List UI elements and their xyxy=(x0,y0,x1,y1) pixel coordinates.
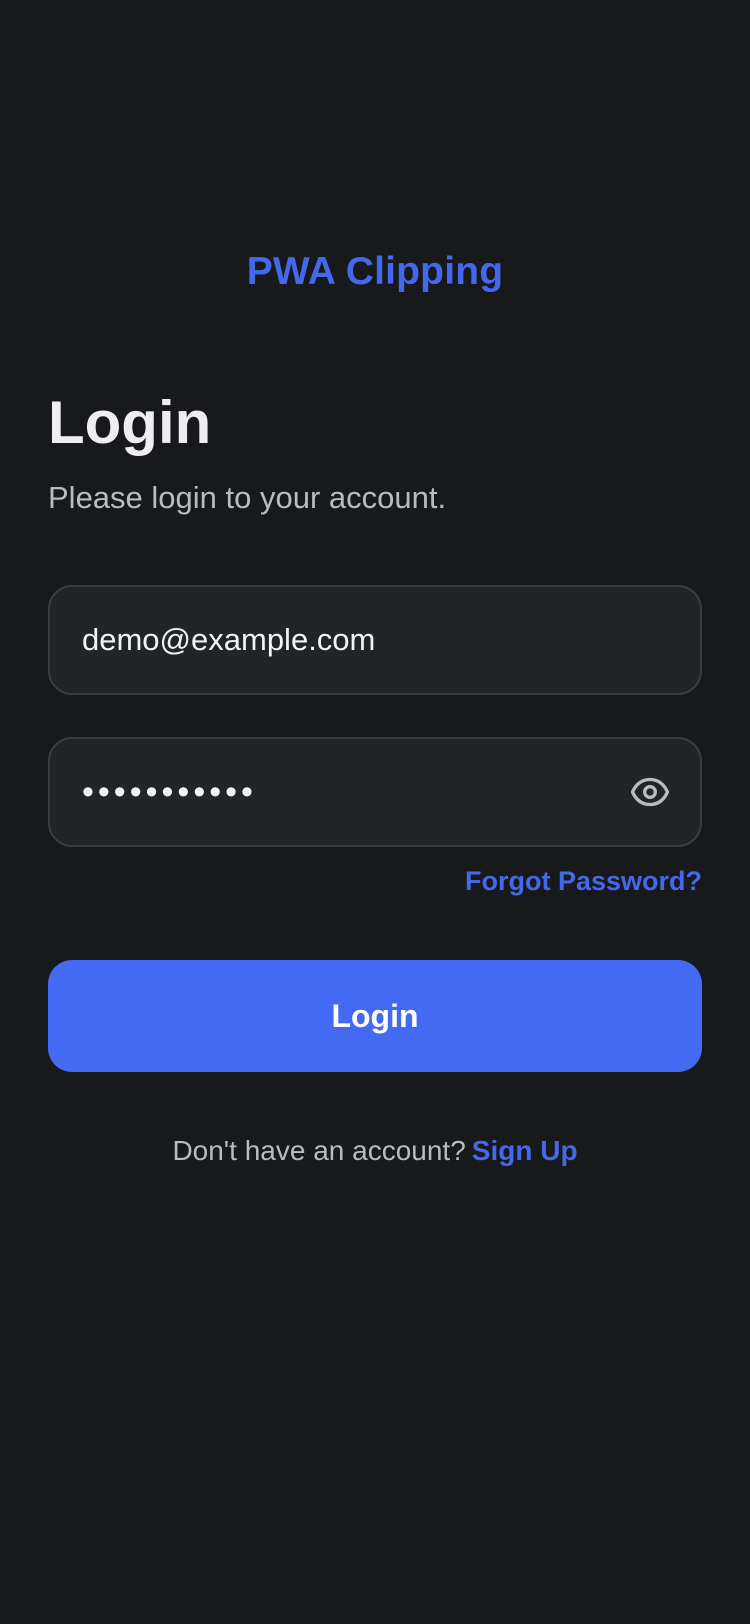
signup-link[interactable]: Sign Up xyxy=(472,1135,578,1166)
signup-prompt: Don't have an account? xyxy=(172,1135,466,1166)
eye-icon[interactable] xyxy=(628,770,672,814)
forgot-password-link[interactable]: Forgot Password? xyxy=(465,866,702,897)
login-screen: PWA Clipping Login Please login to your … xyxy=(0,0,750,1624)
password-input[interactable] xyxy=(82,772,628,812)
app-brand: PWA Clipping xyxy=(246,250,504,293)
signup-row: Don't have an account? Sign Up xyxy=(0,1135,750,1167)
email-input[interactable] xyxy=(82,622,668,658)
password-field-container[interactable] xyxy=(48,737,702,847)
page-subtitle: Please login to your account. xyxy=(48,480,447,515)
page-title: Login xyxy=(48,389,212,456)
email-field-container[interactable] xyxy=(48,585,702,695)
login-button[interactable]: Login xyxy=(48,960,702,1072)
